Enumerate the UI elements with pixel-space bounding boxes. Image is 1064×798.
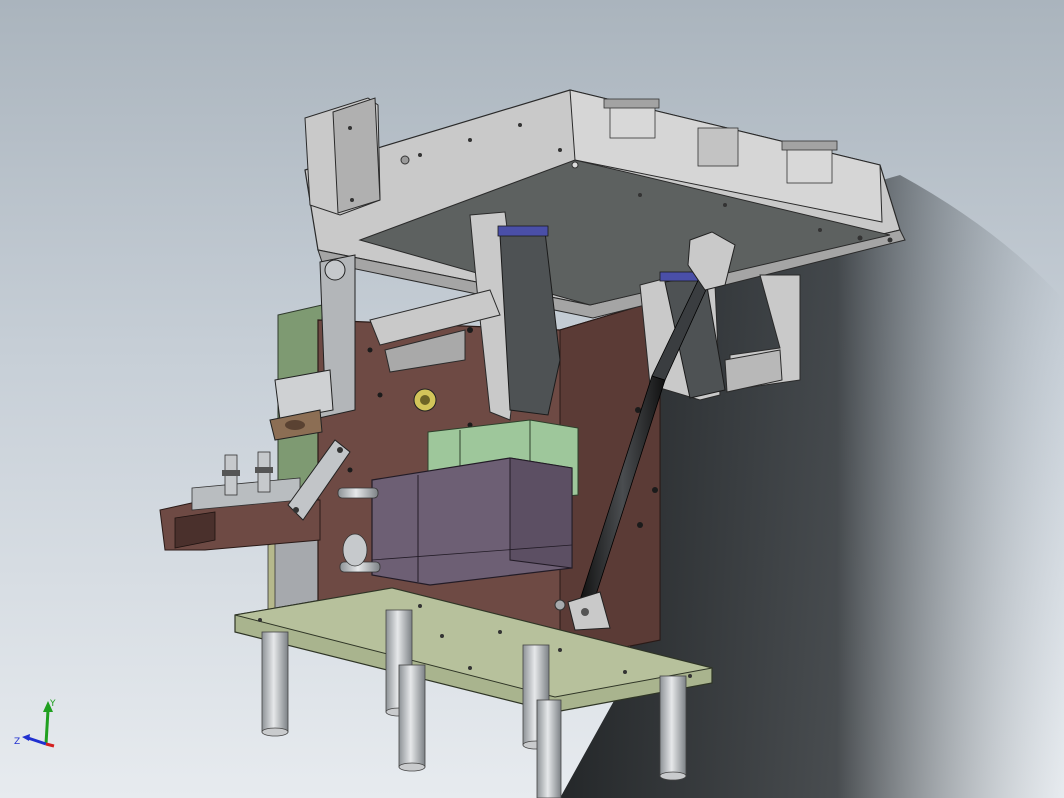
purple-block[interactable] xyxy=(371,457,573,586)
y-axis-arrow xyxy=(44,709,50,745)
cad-model-assembly[interactable] xyxy=(0,0,1064,798)
x-axis-arrow xyxy=(45,742,55,748)
cad-viewport[interactable]: Y Z xyxy=(0,0,1064,798)
z-axis-label: Z xyxy=(14,737,20,747)
left-green-panel[interactable] xyxy=(267,304,323,616)
z-axis-arrow xyxy=(27,736,47,746)
coordinate-triad: Y Z xyxy=(14,699,56,748)
y-axis-label: Y xyxy=(49,699,56,709)
